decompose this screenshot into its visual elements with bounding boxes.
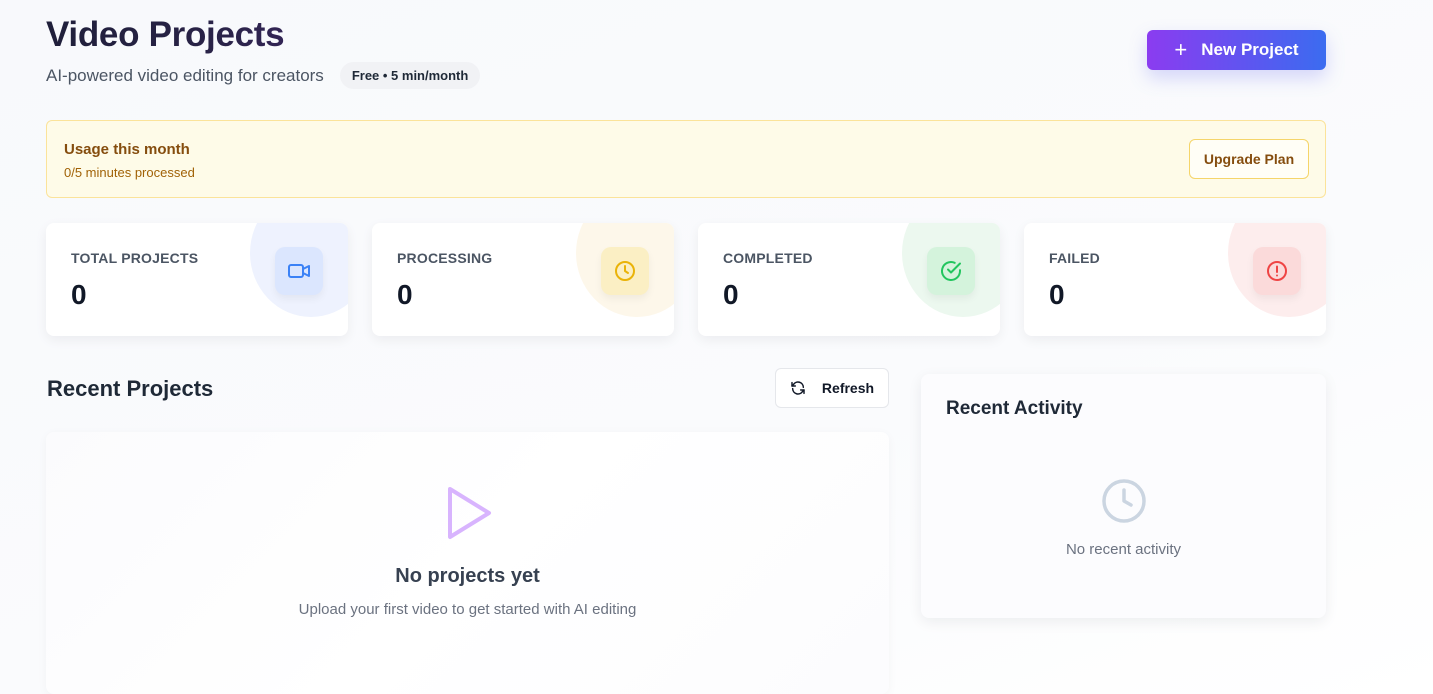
upgrade-plan-button[interactable]: Upgrade Plan (1189, 139, 1309, 179)
plus-icon: + (1174, 37, 1188, 62)
stat-label: PROCESSING (397, 250, 493, 266)
alert-circle-icon (1253, 247, 1301, 295)
usage-detail: 0/5 minutes processed (64, 165, 195, 180)
subtitle-row: AI-powered video editing for creators Fr… (46, 62, 481, 89)
recent-activity-title: Recent Activity (946, 398, 1083, 419)
stat-card-processing: PROCESSING 0 (372, 223, 674, 336)
check-circle-icon (927, 247, 975, 295)
usage-banner: Usage this month 0/5 minutes processed U… (46, 120, 1326, 198)
usage-title: Usage this month (64, 141, 190, 158)
stat-value: 0 (1049, 279, 1065, 310)
empty-activity-text: No recent activity (1065, 541, 1182, 558)
new-project-button[interactable]: + New Project (1147, 30, 1326, 70)
stat-card-total-projects: TOTAL PROJECTS 0 (46, 223, 348, 336)
new-project-label: New Project (1201, 40, 1299, 59)
page-subtitle: AI-powered video editing for creators (46, 65, 324, 85)
stat-value: 0 (71, 279, 87, 310)
recent-projects-title: Recent Projects (47, 376, 214, 401)
refresh-icon (790, 380, 806, 396)
empty-state-subtitle: Upload your first video to get started w… (298, 601, 637, 618)
page-title: Video Projects (46, 14, 480, 56)
recent-projects-panel: No projects yet Upload your first video … (46, 432, 889, 694)
refresh-button[interactable]: Refresh (775, 368, 889, 408)
page-header: Video Projects AI-powered video editing … (46, 14, 481, 89)
plan-badge: Free • 5 min/month (339, 62, 481, 89)
stat-card-failed: FAILED 0 (1024, 223, 1326, 336)
video-camera-icon (275, 247, 323, 295)
empty-state-title: No projects yet (395, 565, 540, 587)
clock-icon (601, 247, 649, 295)
stat-label: FAILED (1049, 250, 1100, 266)
stat-value: 0 (723, 279, 739, 310)
recent-activity-panel: Recent Activity No recent activity (921, 374, 1326, 618)
stat-card-completed: COMPLETED 0 (698, 223, 1000, 336)
stat-label: TOTAL PROJECTS (71, 250, 199, 266)
stat-label: COMPLETED (723, 250, 813, 266)
play-icon (446, 485, 492, 546)
refresh-label: Refresh (821, 380, 875, 396)
clock-icon (1101, 478, 1147, 529)
stat-value: 0 (397, 279, 413, 310)
